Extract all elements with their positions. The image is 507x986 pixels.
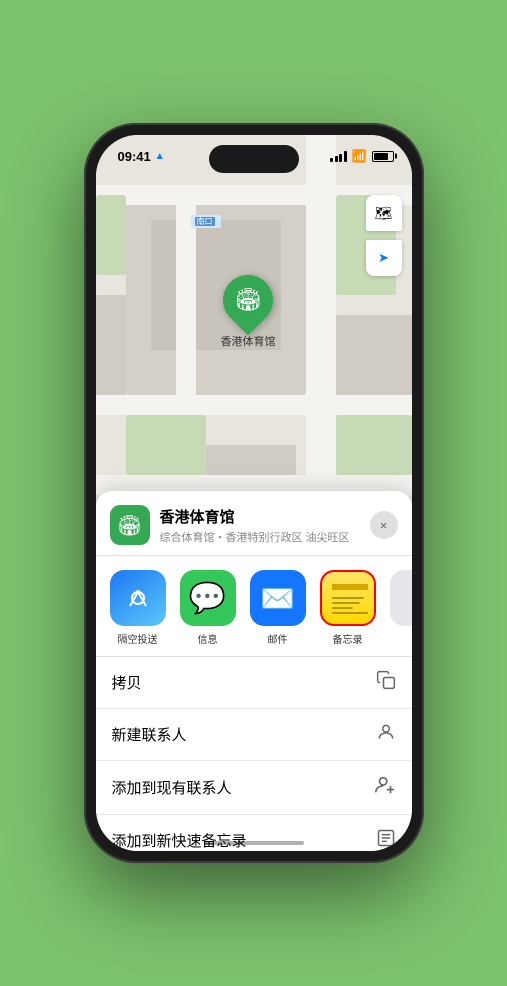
action-copy[interactable]: 拷贝 xyxy=(96,657,412,709)
wifi-icon: 📶 xyxy=(352,149,367,163)
marker-pin: 🏟 xyxy=(213,265,284,336)
phone-frame: 09:41 ▲ 📶 xyxy=(84,123,424,863)
share-apps-row: 隔空投送 💬 信息 ✉️ 邮件 xyxy=(96,556,412,657)
venue-name: 香港体育馆 xyxy=(160,506,360,527)
mail-label: 邮件 xyxy=(268,631,288,646)
close-button[interactable]: × xyxy=(370,511,398,539)
venue-subtitle: 综合体育馆・香港特别行政区 油尖旺区 xyxy=(160,529,360,545)
add-contact-icon xyxy=(374,774,396,801)
copy-label: 拷贝 xyxy=(112,672,142,693)
mail-icon: ✉️ xyxy=(250,570,306,626)
venue-info: 香港体育馆 综合体育馆・香港特别行政区 油尖旺区 xyxy=(160,506,360,545)
close-icon: × xyxy=(380,518,388,533)
share-app-airdrop[interactable]: 隔空投送 xyxy=(110,570,166,646)
airdrop-label: 隔空投送 xyxy=(118,631,158,646)
map-type-button[interactable]: 🗺 xyxy=(366,195,402,231)
share-app-mail[interactable]: ✉️ 邮件 xyxy=(250,570,306,646)
marker-venue-icon: 🏟 xyxy=(234,287,262,313)
action-add-contact[interactable]: 添加到现有联系人 xyxy=(96,761,412,815)
map-type-icon: 🗺 xyxy=(375,205,393,222)
road-label: 南口 xyxy=(191,215,221,228)
messages-label: 信息 xyxy=(198,631,218,646)
location-arrow-icon: ▲ xyxy=(155,151,165,162)
airdrop-icon xyxy=(110,570,166,626)
sheet-header: 🏟 香港体育馆 综合体育馆・香港特别行政区 油尖旺区 × xyxy=(96,491,412,556)
battery-icon xyxy=(372,151,394,162)
status-time: 09:41 xyxy=(118,149,151,164)
share-app-more[interactable]: 推 xyxy=(390,570,412,646)
phone-screen: 09:41 ▲ 📶 xyxy=(96,135,412,851)
bottom-sheet: 🏟 香港体育馆 综合体育馆・香港特别行政区 油尖旺区 × xyxy=(96,491,412,851)
new-contact-icon xyxy=(376,722,396,747)
marker-label: 香港体育馆 xyxy=(221,333,276,349)
action-list: 拷贝 新建联系人 xyxy=(96,657,412,851)
location-button-icon: ➤ xyxy=(378,250,389,266)
add-contact-label: 添加到现有联系人 xyxy=(112,777,232,798)
signal-bars-icon xyxy=(330,151,347,162)
map-controls: 🗺 ➤ xyxy=(366,195,402,276)
share-app-notes[interactable]: 备忘录 xyxy=(320,570,376,646)
location-marker: 🏟 香港体育馆 xyxy=(221,275,276,349)
new-contact-label: 新建联系人 xyxy=(112,724,187,745)
more-icon xyxy=(390,570,412,626)
quick-note-icon xyxy=(376,828,396,851)
copy-icon xyxy=(376,670,396,695)
dynamic-island xyxy=(209,145,299,173)
messages-icon: 💬 xyxy=(180,570,236,626)
location-button[interactable]: ➤ xyxy=(366,240,402,276)
status-icons: 📶 xyxy=(330,149,393,163)
share-app-messages[interactable]: 💬 信息 xyxy=(180,570,236,646)
home-indicator xyxy=(204,841,304,845)
action-quick-note[interactable]: 添加到新快速备忘录 xyxy=(96,815,412,851)
action-new-contact[interactable]: 新建联系人 xyxy=(96,709,412,761)
notes-label: 备忘录 xyxy=(333,631,363,646)
venue-icon: 🏟 xyxy=(110,505,150,545)
notes-icon xyxy=(320,570,376,626)
